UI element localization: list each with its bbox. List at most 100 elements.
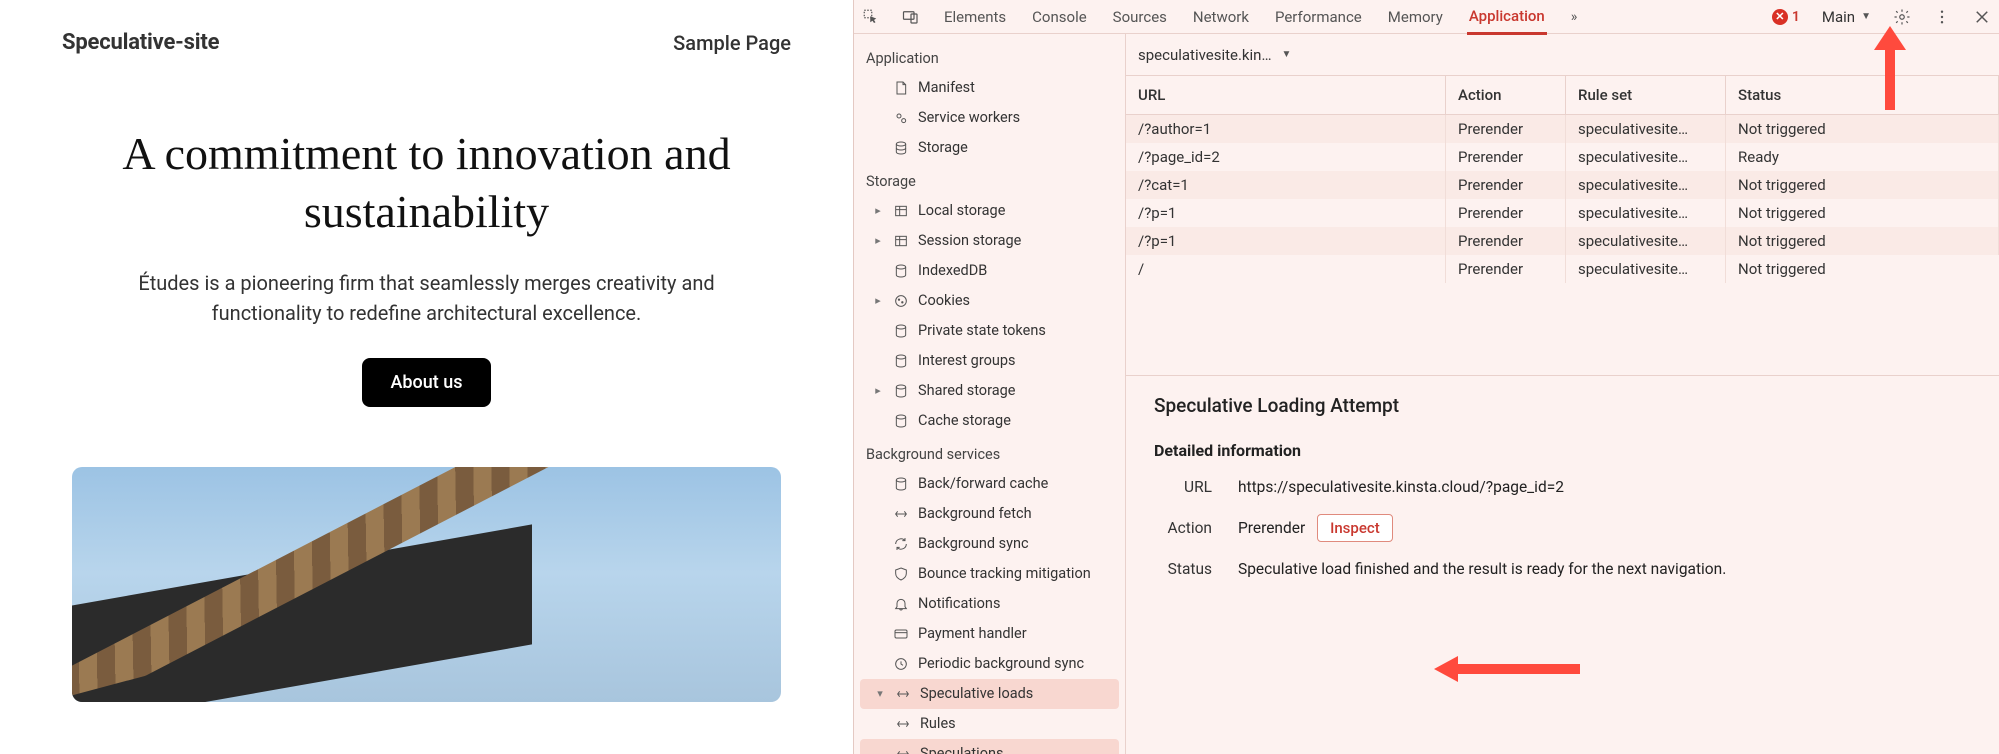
sidebar-item-label: Periodic background sync	[918, 653, 1084, 675]
col-action[interactable]: Action	[1446, 76, 1566, 115]
sidebar-item-interest-groups[interactable]: Interest groups	[854, 346, 1125, 376]
table-cell[interactable]: /?p=1	[1126, 199, 1446, 227]
sidebar-item-manifest[interactable]: Manifest	[854, 73, 1125, 103]
sidebar-item-label: Manifest	[918, 77, 975, 99]
sidebar-item-label: Bounce tracking mitigation	[918, 563, 1091, 585]
inspect-element-icon[interactable]	[862, 8, 880, 26]
close-devtools-icon[interactable]	[1973, 8, 1991, 26]
table-cell[interactable]: speculativesite…	[1566, 255, 1726, 283]
sidebar-item-bounce-tracking[interactable]: Bounce tracking mitigation	[854, 559, 1125, 589]
tab-console[interactable]: Console	[1030, 1, 1089, 33]
table-icon	[892, 202, 910, 220]
table-cell[interactable]: Not triggered	[1726, 199, 1999, 227]
table-cell[interactable]: speculativesite…	[1566, 227, 1726, 255]
settings-gear-icon[interactable]	[1893, 8, 1911, 26]
table-cell[interactable]: /?p=1	[1126, 227, 1446, 255]
frame-selector[interactable]: Main ▼	[1822, 8, 1871, 26]
table-cell[interactable]: Not triggered	[1726, 255, 1999, 283]
col-url[interactable]: URL	[1126, 76, 1446, 115]
site-brand[interactable]: Speculative-site	[62, 30, 219, 55]
sidebar-item-periodic-sync[interactable]: Periodic background sync	[854, 649, 1125, 679]
sidebar-item-payment-handler[interactable]: Payment handler	[854, 619, 1125, 649]
table-cell[interactable]: speculativesite…	[1566, 199, 1726, 227]
tab-memory[interactable]: Memory	[1386, 1, 1445, 33]
tab-network[interactable]: Network	[1191, 1, 1251, 33]
about-us-button[interactable]: About us	[362, 358, 490, 407]
kebab-menu-icon[interactable]	[1933, 8, 1951, 26]
sidebar-item-speculative-loads[interactable]: ▾Speculative loads	[860, 679, 1119, 709]
sidebar-item-bg-sync[interactable]: Background sync	[854, 529, 1125, 559]
transfer-icon	[894, 685, 912, 703]
nav-sample-page[interactable]: Sample Page	[673, 31, 791, 55]
table-cell[interactable]: speculativesite…	[1566, 115, 1726, 143]
table-cell[interactable]: Prerender	[1446, 171, 1566, 199]
tabs-overflow[interactable]: »	[1569, 2, 1580, 32]
card-icon	[892, 625, 910, 643]
detail-status-value: Speculative load finished and the result…	[1238, 560, 1726, 578]
details-section-heading: Detailed information	[1154, 441, 1971, 460]
sidebar-item-label: Cookies	[918, 290, 970, 312]
col-ruleset[interactable]: Rule set	[1566, 76, 1726, 115]
sidebar-item-rules[interactable]: Rules	[854, 709, 1125, 739]
sidebar-item-bf-cache[interactable]: Back/forward cache	[854, 469, 1125, 499]
table-cell[interactable]: Prerender	[1446, 199, 1566, 227]
tab-performance[interactable]: Performance	[1273, 1, 1364, 33]
sidebar-item-label: Speculative loads	[920, 683, 1033, 705]
sidebar-item-label: Background fetch	[918, 503, 1032, 525]
detail-action-label: Action	[1154, 519, 1212, 537]
database-icon	[892, 322, 910, 340]
table-cell[interactable]: speculativesite…	[1566, 143, 1726, 171]
table-cell[interactable]: Prerender	[1446, 255, 1566, 283]
device-toolbar-icon[interactable]	[902, 8, 920, 26]
tab-sources[interactable]: Sources	[1111, 1, 1169, 33]
database-icon	[892, 412, 910, 430]
sidebar-item-label: Back/forward cache	[918, 473, 1048, 495]
table-cell[interactable]: Prerender	[1446, 143, 1566, 171]
inspect-button[interactable]: Inspect	[1317, 514, 1393, 542]
table-cell[interactable]: Ready	[1726, 143, 1999, 171]
tab-application[interactable]: Application	[1467, 0, 1547, 35]
sidebar-item-label: Interest groups	[918, 350, 1015, 372]
site-header: Speculative-site Sample Page	[62, 30, 791, 75]
sidebar-item-label: Service workers	[918, 107, 1020, 129]
database-icon	[892, 382, 910, 400]
table-cell[interactable]: /	[1126, 255, 1446, 283]
table-cell[interactable]: Prerender	[1446, 115, 1566, 143]
table-cell[interactable]: /?cat=1	[1126, 171, 1446, 199]
sidebar-item-indexeddb[interactable]: IndexedDB	[854, 256, 1125, 286]
chevron-down-icon[interactable]: ▼	[1282, 49, 1292, 60]
table-cell[interactable]: speculativesite…	[1566, 171, 1726, 199]
speculations-table: URL Action Rule set Status /?author=1Pre…	[1126, 76, 1999, 283]
table-cell[interactable]: /?page_id=2	[1126, 143, 1446, 171]
sidebar-item-service-workers[interactable]: Service workers	[854, 103, 1125, 133]
error-count[interactable]: ✕ 1	[1772, 9, 1800, 25]
sidebar-item-storage[interactable]: Storage	[854, 133, 1125, 163]
sidebar-item-label: Cache storage	[918, 410, 1011, 432]
sidebar-group-background-services: Background services	[854, 436, 1125, 469]
origin-selector-value[interactable]: speculativesite.kin…	[1138, 46, 1272, 64]
sidebar-item-label: Background sync	[918, 533, 1029, 555]
sidebar-item-session-storage[interactable]: ▸Session storage	[854, 226, 1125, 256]
sidebar-item-cookies[interactable]: ▸Cookies	[854, 286, 1125, 316]
table-cell[interactable]: Not triggered	[1726, 115, 1999, 143]
sidebar-item-notifications[interactable]: Notifications	[854, 589, 1125, 619]
tab-elements[interactable]: Elements	[942, 1, 1008, 33]
sidebar-item-label: Payment handler	[918, 623, 1027, 645]
col-status[interactable]: Status	[1726, 76, 1999, 115]
sidebar-item-private-tokens[interactable]: Private state tokens	[854, 316, 1125, 346]
table-cell[interactable]: /?author=1	[1126, 115, 1446, 143]
sidebar-item-label: Speculations	[920, 743, 1003, 754]
sidebar-item-local-storage[interactable]: ▸Local storage	[854, 196, 1125, 226]
sync-icon	[892, 535, 910, 553]
sidebar-item-speculations[interactable]: Speculations	[860, 739, 1119, 754]
sidebar-item-label: Rules	[920, 713, 956, 735]
database-icon	[892, 139, 910, 157]
table-cell[interactable]: Not triggered	[1726, 227, 1999, 255]
sidebar-item-bg-fetch[interactable]: Background fetch	[854, 499, 1125, 529]
table-icon	[892, 232, 910, 250]
hero-title: A commitment to innovation and sustainab…	[72, 125, 781, 240]
sidebar-item-cache-storage[interactable]: Cache storage	[854, 406, 1125, 436]
table-cell[interactable]: Not triggered	[1726, 171, 1999, 199]
table-cell[interactable]: Prerender	[1446, 227, 1566, 255]
sidebar-item-shared-storage[interactable]: ▸Shared storage	[854, 376, 1125, 406]
